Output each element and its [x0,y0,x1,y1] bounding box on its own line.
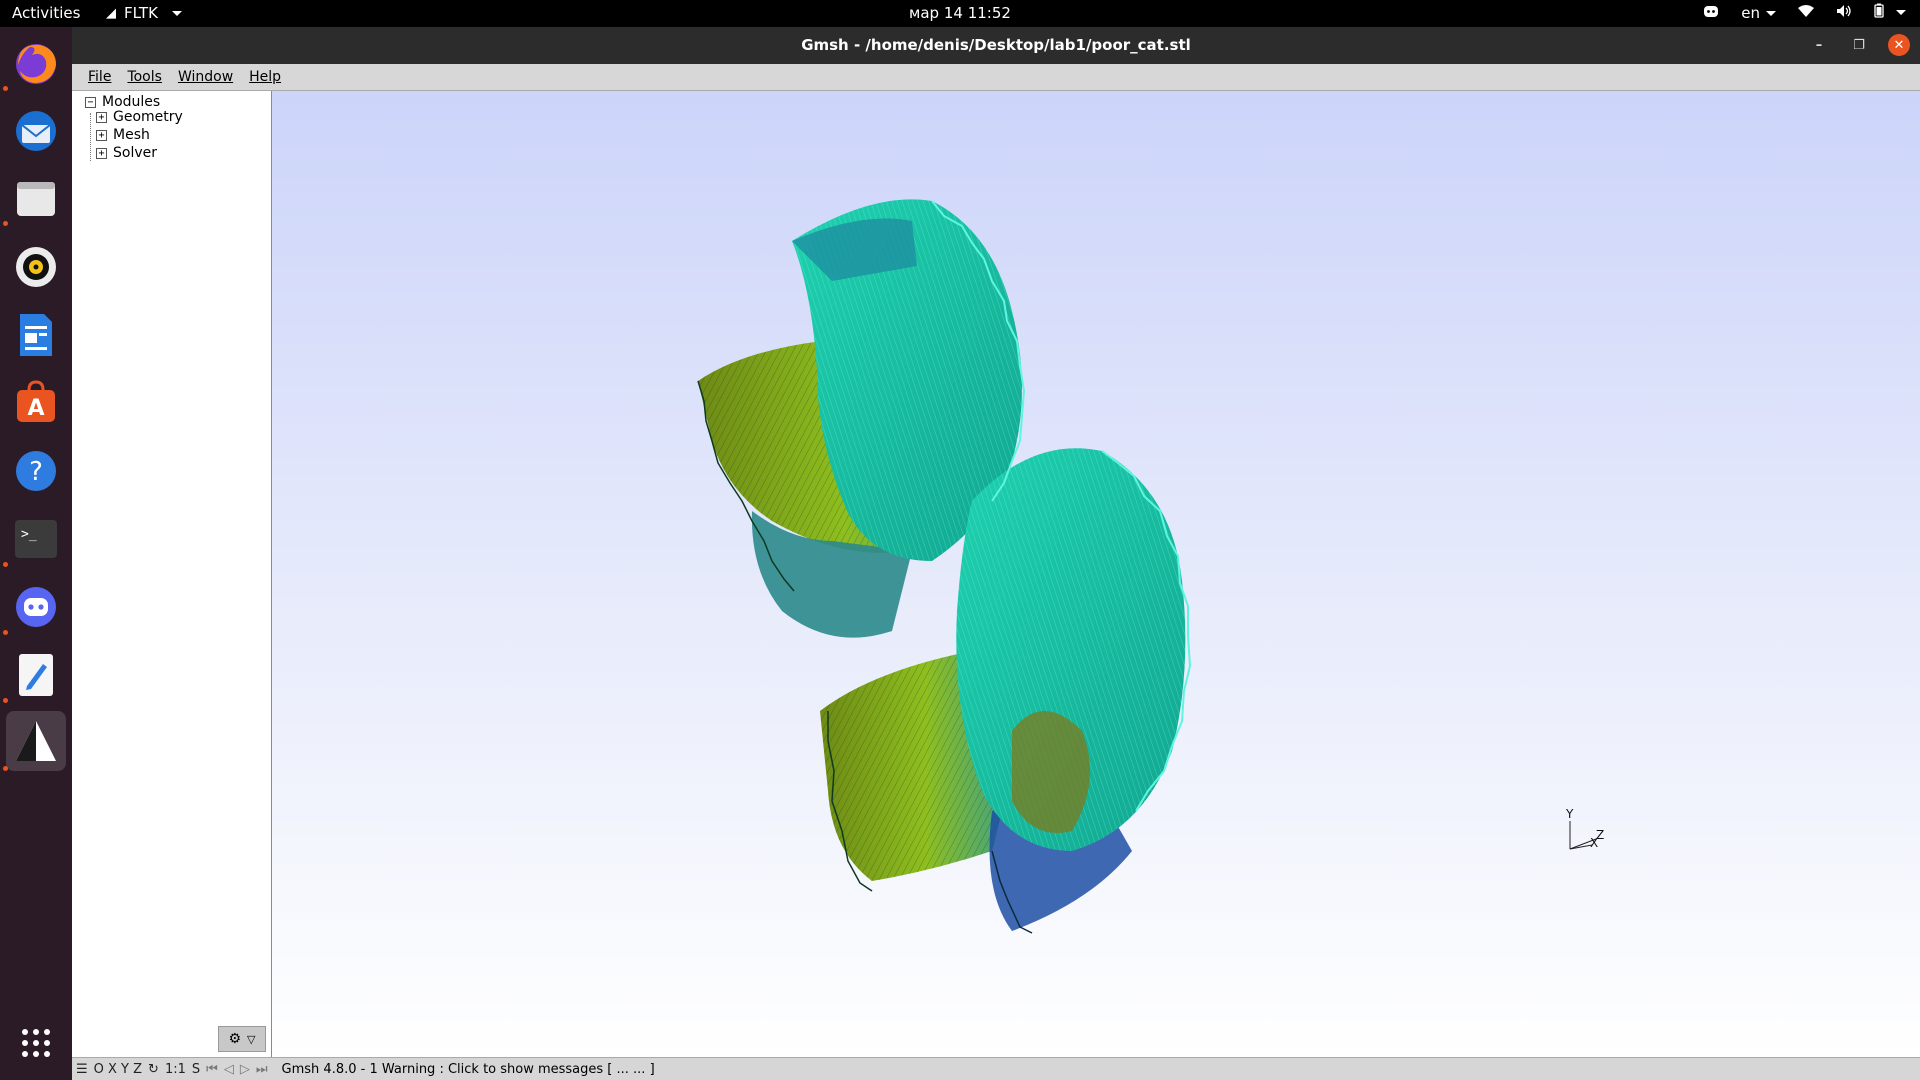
view-buttons[interactable]: O X Y Z [94,1062,142,1077]
show-apps-icon[interactable] [6,1013,66,1073]
dock: A ? >_ [0,27,72,1080]
volume-icon[interactable] [1836,4,1852,22]
window-title: Gmsh - /home/denis/Desktop/lab1/poor_cat… [801,36,1191,54]
maximize-button[interactable]: ❐ [1848,34,1870,56]
status-message[interactable]: Gmsh 4.8.0 - 1 Warning : Click to show m… [282,1062,655,1077]
mesh-model[interactable] [272,91,1920,1057]
thunderbird-icon[interactable] [6,101,66,161]
gear-icon: ⚙ [228,1031,242,1047]
menu-bar: File Tools Window Help [72,64,1920,91]
chevron-down-icon [1766,10,1776,16]
menu-help[interactable]: Help [241,69,289,85]
activities-button[interactable]: Activities [12,4,80,22]
dropdown-triangle-icon: ▽ [247,1032,256,1046]
chevron-down-icon [171,10,182,16]
firefox-icon[interactable] [6,33,66,93]
app-menu[interactable]: ◢ FLTK [106,4,182,22]
menu-tools[interactable]: Tools [119,69,170,85]
running-indicator [3,221,8,226]
gmsh-icon[interactable] [6,711,66,771]
running-indicator [3,698,8,703]
axes-indicator: Y Z X [1562,807,1610,853]
tree-connector [90,113,91,161]
rhythmbox-icon[interactable] [6,237,66,297]
options-button[interactable]: ⚙ ▽ [218,1026,266,1052]
last-step-icon[interactable]: ⏭ [256,1062,268,1077]
running-indicator [3,86,8,91]
discord-icon[interactable] [6,577,66,637]
discord-tray-icon[interactable] [1703,4,1719,22]
expand-icon[interactable]: + [96,129,107,141]
terminal-icon[interactable]: >_ [6,509,66,569]
running-indicator [3,562,8,567]
tree-item-mesh[interactable]: + Mesh [96,127,150,143]
menu-toggle-icon[interactable]: ☰ [76,1062,88,1077]
axis-y-label: Y [1566,807,1574,821]
expand-icon[interactable]: + [96,147,107,159]
tree-item-geometry[interactable]: + Geometry [96,109,183,125]
tree-item-modules[interactable]: − Modules [85,94,160,110]
menu-window[interactable]: Window [170,69,241,85]
files-icon[interactable] [6,169,66,229]
tree-item-solver[interactable]: + Solver [96,145,157,161]
window-titlebar[interactable]: Gmsh - /home/denis/Desktop/lab1/poor_cat… [72,27,1920,64]
system-menu-chevron-icon[interactable] [1896,10,1906,15]
writer-icon[interactable] [6,305,66,365]
gnome-top-bar: Activities ◢ FLTK мар 14 11:52 en [0,0,1920,27]
expand-icon[interactable]: + [96,111,107,123]
language-indicator[interactable]: en [1741,4,1776,22]
gmsh-window: Gmsh - /home/denis/Desktop/lab1/poor_cat… [72,27,1920,1080]
wifi-icon[interactable] [1798,4,1814,22]
running-indicator [3,630,8,635]
module-tree: − Modules + Geometry + Mesh + Solver ⚙ ▽ [72,91,272,1057]
rotate-icon[interactable]: ↻ [148,1062,159,1077]
fltk-app-icon: ◢ [106,5,116,21]
close-button[interactable]: ✕ [1888,34,1910,56]
select-button[interactable]: S [192,1062,200,1077]
text-editor-icon[interactable] [6,645,66,705]
play-icon[interactable]: ▷ [240,1062,250,1077]
minimize-button[interactable]: – [1808,34,1830,56]
menu-file[interactable]: File [80,69,119,85]
help-icon[interactable]: ? [6,441,66,501]
battery-icon[interactable] [1874,3,1884,22]
scale-button[interactable]: 1:1 [165,1062,186,1077]
collapse-icon[interactable]: − [85,96,96,108]
prev-step-icon[interactable]: ◁ [224,1062,234,1077]
status-bar: ☰ O X Y Z ↻ 1:1 S ⏮ ◁ ▷ ⏭ Gmsh 4.8.0 - 1… [72,1057,1920,1080]
svg-text:?: ? [29,457,43,487]
svg-text:>_: >_ [21,527,37,542]
software-icon[interactable]: A [6,373,66,433]
first-step-icon[interactable]: ⏮ [206,1062,218,1077]
graphics-viewport[interactable]: Y Z X [272,91,1920,1057]
svg-text:A: A [27,396,44,421]
app-name: FLTK [124,4,158,22]
clock[interactable]: мар 14 11:52 [0,4,1920,22]
axis-x-label: X [1590,836,1599,850]
running-indicator [3,766,8,771]
